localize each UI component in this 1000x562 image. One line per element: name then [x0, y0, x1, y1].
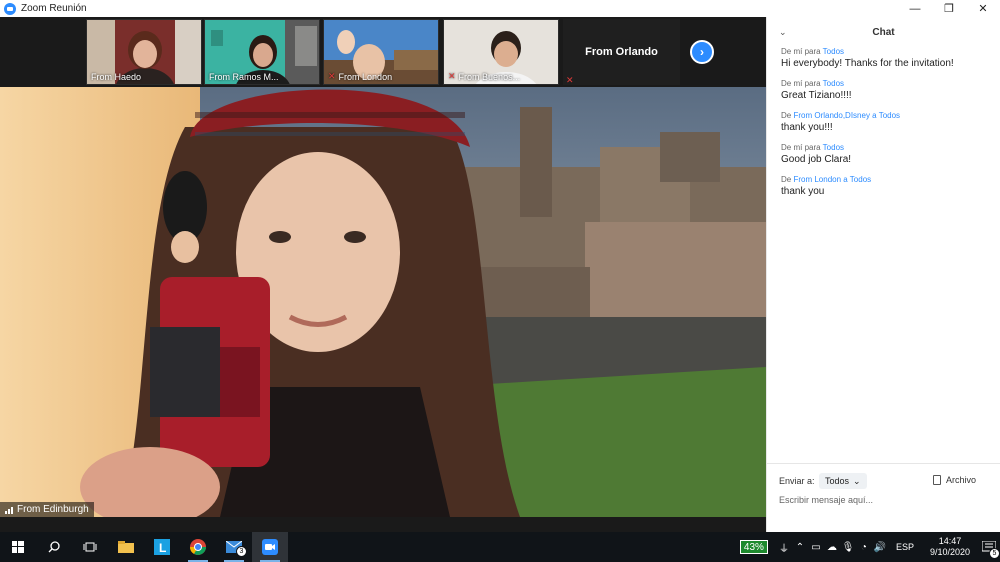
folder-icon	[118, 541, 134, 553]
connection-bars-icon	[5, 506, 13, 514]
battery-icon[interactable]: ▭	[808, 542, 824, 553]
message-text: thank you!!!	[781, 122, 833, 133]
send-to-label: Enviar a:	[779, 476, 815, 486]
restore-button[interactable]: ❐	[932, 0, 966, 17]
title-bar: Zoom Reunión — ❐ ✕	[0, 0, 1000, 17]
chat-message: De From Orlando,DIsney a Todos thank you…	[767, 111, 1000, 135]
thumbnail-label: From Ramos M...	[209, 72, 279, 82]
search-icon	[48, 541, 60, 553]
participants-strip: From Haedo From Ramos M... ✕ From London…	[0, 17, 766, 87]
chat-footer: Enviar a: Todos ⌄ Archivo	[767, 463, 1000, 532]
volume-icon[interactable]: 🔊	[872, 542, 888, 553]
window-controls: — ❐ ✕	[898, 0, 1000, 17]
chevron-up-icon[interactable]: ⌃	[792, 542, 808, 553]
chat-panel: ⌄ Chat De mí para Todos Hi everybody! Th…	[766, 17, 1000, 532]
participant-thumbnail[interactable]: ✕ From Buenos...	[443, 19, 559, 85]
message-recipient-link[interactable]: From Orlando,DIsney a Todos	[793, 111, 900, 120]
muted-mic-icon: ✕	[448, 71, 456, 81]
thumbnail-label: ✕ From London	[328, 71, 393, 82]
l-app-button[interactable]: L	[144, 532, 180, 562]
chevron-down-icon[interactable]: ⌄	[779, 27, 787, 38]
svg-text:L: L	[159, 541, 166, 555]
windows-logo-icon	[12, 541, 24, 553]
meeting-area: From Haedo From Ramos M... ✕ From London…	[0, 17, 766, 532]
taskbar: L 3 43% ⏚ ⌃ ▭ ☁ 🎙 ◔ 🔊 ESP 14:47 9/10/202…	[0, 532, 1000, 562]
window-title: Zoom Reunión	[21, 3, 87, 14]
speaker-name-label: From Edinburgh	[0, 502, 94, 517]
recipient-dropdown[interactable]: Todos ⌄	[819, 473, 867, 489]
clock-date: 9/10/2020	[929, 547, 970, 557]
language-indicator[interactable]: ESP	[896, 542, 914, 552]
message-meta: De mí para Todos	[781, 47, 845, 56]
notification-center-button[interactable]: 5	[978, 532, 1000, 562]
message-meta: De mí para Todos	[781, 143, 845, 152]
thumbnail-label: From Haedo	[91, 72, 142, 82]
chevron-right-icon: ›	[700, 45, 704, 59]
message-recipient-link[interactable]: Todos	[823, 143, 844, 152]
chat-header: ⌄ Chat	[767, 17, 1000, 47]
file-explorer-button[interactable]	[108, 532, 144, 562]
message-meta: De From Orlando,DIsney a Todos	[781, 111, 901, 120]
minimize-button[interactable]: —	[898, 0, 932, 17]
zoom-icon	[262, 539, 278, 555]
message-text: Good job Clara!	[781, 154, 852, 165]
wifi-icon[interactable]: ◔	[856, 542, 872, 553]
message-text: thank you	[781, 186, 825, 197]
active-speaker-video[interactable]: From Edinburgh	[0, 87, 766, 517]
chat-message: De mí para Todos Hi everybody! Thanks fo…	[767, 47, 1000, 71]
chrome-icon	[190, 539, 206, 555]
muted-mic-icon: ✕	[566, 75, 574, 85]
file-icon	[932, 475, 941, 485]
participant-thumbnail[interactable]: ✕ From London	[323, 19, 439, 85]
chrome-button[interactable]	[180, 532, 216, 562]
speaker-video-frame	[0, 87, 766, 517]
muted-mic-icon: ✕	[328, 71, 336, 81]
task-view-button[interactable]	[72, 532, 108, 562]
zoom-taskbar-button[interactable]	[252, 532, 288, 562]
file-button[interactable]: Archivo	[932, 475, 976, 485]
power-plug-icon[interactable]: ⏚	[776, 540, 792, 555]
close-button[interactable]: ✕	[966, 0, 1000, 17]
start-button[interactable]	[0, 532, 36, 562]
clock-time: 14:47	[938, 536, 962, 546]
participant-name-tile[interactable]: From Orlando	[563, 19, 680, 85]
message-meta: De From London a Todos	[781, 175, 872, 184]
message-recipient-link[interactable]: Todos	[823, 79, 844, 88]
message-recipient-link[interactable]: From London a Todos	[793, 175, 871, 184]
mail-button[interactable]: 3	[216, 532, 252, 562]
message-text: Hi everybody! Thanks for the invitation!	[781, 58, 954, 69]
task-view-icon	[83, 542, 97, 552]
search-button[interactable]	[36, 532, 72, 562]
participant-thumbnail[interactable]: From Haedo	[86, 19, 202, 85]
zoom-logo-icon	[4, 2, 16, 15]
microphone-icon[interactable]: 🎙	[840, 542, 856, 553]
chat-message: De From London a Todos thank you	[767, 175, 1000, 199]
notification-badge: 5	[989, 548, 1000, 559]
mail-badge: 3	[236, 546, 247, 557]
next-page-button[interactable]: ›	[690, 40, 714, 64]
chevron-down-icon: ⌄	[853, 475, 861, 486]
clock[interactable]: 14:47 9/10/2020	[930, 536, 970, 558]
message-meta: De mí para Todos	[781, 79, 845, 88]
chat-message: De mí para Todos Good job Clara!	[767, 143, 1000, 167]
thumbnail-label: ✕ From Buenos...	[448, 71, 521, 82]
battery-indicator[interactable]: 43%	[739, 540, 768, 554]
chat-message: De mí para Todos Great Tiziano!!!!	[767, 79, 1000, 103]
cloud-icon[interactable]: ☁	[824, 542, 840, 553]
participant-thumbnail[interactable]: From Ramos M...	[204, 19, 320, 85]
chat-title: Chat	[872, 26, 895, 38]
system-tray: 43% ⏚ ⌃ ▭ ☁ 🎙 ◔ 🔊 ESP 14:47 9/10/2020 5	[739, 532, 1000, 562]
message-text: Great Tiziano!!!!	[781, 90, 852, 101]
chat-message-input[interactable]	[779, 495, 979, 505]
l-app-icon: L	[154, 539, 170, 555]
chat-messages: De mí para Todos Hi everybody! Thanks fo…	[767, 47, 1000, 199]
message-recipient-link[interactable]: Todos	[823, 47, 844, 56]
